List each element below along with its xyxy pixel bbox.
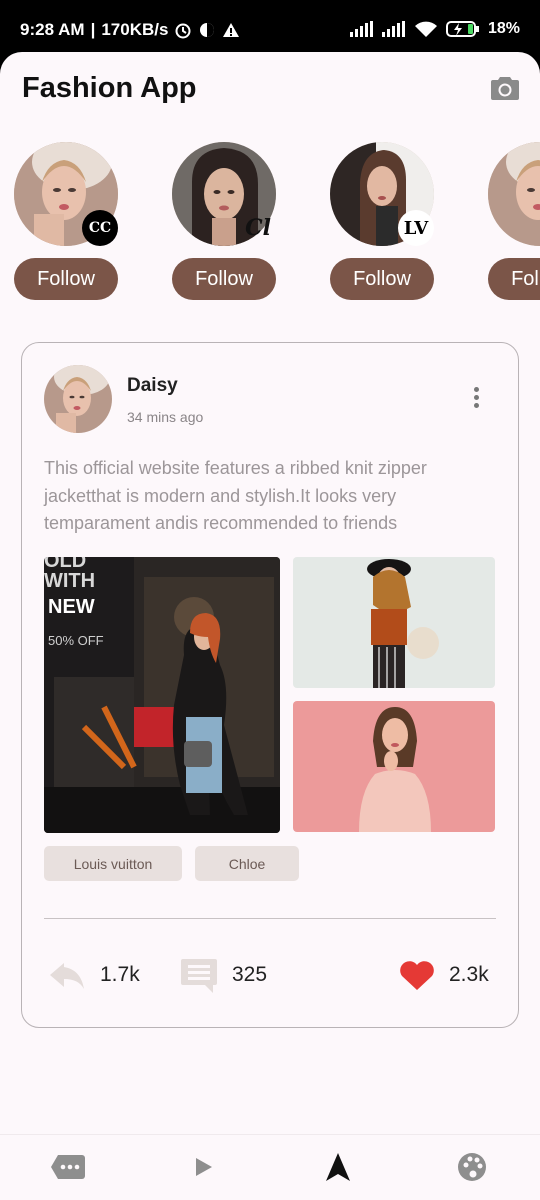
signal-icon-2 [381,21,405,37]
page-title: Fashion App [22,72,197,104]
photo-overlay-line3: NEW [48,596,95,618]
post-time: 34 mins ago [127,409,204,425]
divider [44,918,496,919]
share-count: 1.7k [100,963,140,986]
status-left: 9:28 AM | 170KB/s [20,20,240,40]
status-time: 9:28 AM [20,20,85,39]
navigation-arrow-icon [326,1153,350,1181]
app-header: Fashion App [0,52,540,132]
post-photo-main[interactable]: OLD WITH NEW 50% OFF [44,557,280,833]
more-vert-icon [474,387,479,392]
story-item: Cl Follow [172,142,276,302]
signal-icon [349,21,373,37]
follow-button[interactable]: Follow [14,258,118,300]
message-icon [51,1155,85,1179]
avatar[interactable] [44,365,112,433]
post-photo-bottom[interactable] [293,701,495,832]
like-button[interactable]: 2.3k [399,955,489,995]
brand-tag[interactable]: Louis vuitton [44,846,182,881]
author-name[interactable]: Daisy [127,375,178,397]
alarm-icon [175,23,191,39]
reply-icon [50,963,84,989]
nav-play[interactable] [186,1151,222,1183]
warning-icon [223,23,240,37]
nav-messages[interactable] [50,1151,86,1183]
play-icon [196,1158,212,1176]
follow-button[interactable]: Follow [488,258,540,300]
story-item: LV Follow [330,142,434,302]
story-avatar[interactable] [488,142,540,246]
post-photo-top[interactable] [293,557,495,688]
model-photo [488,142,540,246]
comment-icon [181,959,217,993]
camera-icon [491,77,519,100]
status-speed: 170KB/s [101,20,169,39]
like-count: 2.3k [449,963,489,986]
comment-count: 325 [232,963,268,986]
author-photo [44,365,112,433]
nav-palette[interactable] [454,1151,490,1183]
comment-button[interactable]: 325 [180,955,267,995]
bottom-nav [0,1134,540,1200]
chanel-logo-icon: CC [82,210,118,246]
wifi-icon [414,21,437,37]
story-item: Follow [488,142,540,302]
photo-overlay-line2: WITH [44,570,95,592]
share-button[interactable]: 1.7k [48,955,140,995]
post-card: Daisy 34 mins ago This official website … [21,342,519,1028]
status-bar: 9:28 AM | 170KB/s 18% [0,0,540,52]
status-right: 18% [349,20,520,38]
follow-button[interactable]: Follow [330,258,434,300]
lv-logo-icon: LV [398,210,434,246]
palette-icon [458,1153,486,1181]
chloe-logo-icon: Cl [245,215,271,241]
app-surface: Fashion App CC Follow Cl Follow LV Follo… [0,52,540,1200]
brand-tag[interactable]: Chloe [195,846,299,881]
battery-level: 18% [487,20,520,37]
heart-icon [400,961,434,990]
stories-row: CC Follow Cl Follow LV Follow Fol [0,142,540,302]
post-text: This official website features a ribbed … [44,458,427,533]
photo-overlay-line4: 50% OFF [48,633,104,648]
data-saver-icon [200,23,215,37]
more-options-button[interactable] [474,387,480,411]
story-item: CC Follow [14,142,118,302]
camera-button[interactable] [490,74,520,102]
nav-explore[interactable] [320,1151,356,1183]
battery-icon [445,21,479,37]
follow-button[interactable]: Follow [172,258,276,300]
